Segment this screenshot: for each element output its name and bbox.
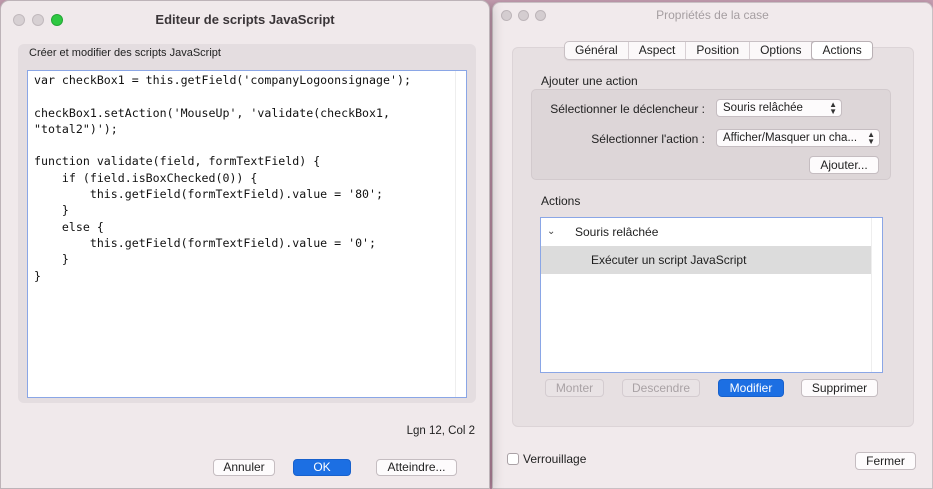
add-button[interactable]: Ajouter... [809, 156, 879, 174]
actions-heading: Actions [541, 194, 581, 208]
move-down-button[interactable]: Descendre [622, 379, 700, 397]
move-up-button[interactable]: Monter [545, 379, 604, 397]
properties-titlebar: Propriétés de la case [493, 3, 932, 27]
list-item-label: Exécuter un script JavaScript [591, 253, 747, 267]
tab-aspect[interactable]: Aspect [629, 42, 687, 59]
script-code-text[interactable]: var checkBox1 = this.getField('companyLo… [34, 72, 454, 284]
action-label: Sélectionner l'action : [591, 132, 705, 146]
actions-tab-panel: Général Aspect Position Options Actions … [512, 41, 914, 427]
delete-button[interactable]: Supprimer [801, 379, 878, 397]
editor-titlebar: Editeur de scripts JavaScript [1, 1, 489, 37]
lock-label: Verrouillage [523, 452, 587, 466]
list-scrollbar[interactable] [871, 218, 882, 372]
add-action-heading: Ajouter une action [541, 74, 638, 88]
properties-window-title: Propriétés de la case [656, 8, 769, 22]
list-item-action[interactable]: Exécuter un script JavaScript [541, 246, 872, 274]
editor-window-title: Editeur de scripts JavaScript [155, 12, 335, 27]
popup-arrows-icon: ▲ ▼ [867, 130, 875, 146]
popup-arrows-icon: ▲ ▼ [829, 100, 837, 116]
add-action-group: Sélectionner le déclencheur : Souris rel… [531, 89, 891, 180]
code-scrollbar[interactable] [455, 71, 466, 397]
tab-general[interactable]: Général [565, 42, 629, 59]
tab-position[interactable]: Position [686, 42, 751, 59]
tab-options[interactable]: Options [750, 42, 813, 59]
properties-window: Propriétés de la case Général Aspect Pos… [492, 2, 933, 489]
ok-button[interactable]: OK [293, 459, 351, 476]
chevron-down-icon[interactable]: ⌄ [547, 218, 555, 246]
script-code-editor[interactable]: var checkBox1 = this.getField('companyLo… [27, 70, 467, 398]
trigger-select[interactable]: Souris relâchée ▲ ▼ [716, 99, 842, 117]
lock-checkbox[interactable] [507, 453, 519, 465]
action-select[interactable]: Afficher/Masquer un cha... ▲ ▼ [716, 129, 880, 147]
editor-panel: Créer et modifier des scripts JavaScript… [18, 44, 476, 403]
goto-button[interactable]: Atteindre... [376, 459, 457, 476]
editor-description: Créer et modifier des scripts JavaScript [29, 47, 221, 59]
list-item-trigger[interactable]: ⌄ Souris relâchée [541, 218, 872, 246]
tab-bar: Général Aspect Position Options Actions [564, 41, 873, 60]
list-item-label: Souris relâchée [575, 225, 659, 239]
close-button[interactable]: Fermer [855, 452, 916, 470]
cancel-button[interactable]: Annuler [213, 459, 275, 476]
cursor-position: Lgn 12, Col 2 [406, 425, 475, 437]
action-select-value: Afficher/Masquer un cha... [723, 132, 858, 144]
edit-button[interactable]: Modifier [718, 379, 784, 397]
script-editor-window: Editeur de scripts JavaScript Créer et m… [0, 0, 490, 489]
trigger-select-value: Souris relâchée [723, 102, 803, 114]
tab-actions[interactable]: Actions [811, 41, 873, 60]
actions-list[interactable]: ⌄ Souris relâchée Exécuter un script Jav… [540, 217, 883, 373]
trigger-label: Sélectionner le déclencheur : [550, 102, 705, 116]
